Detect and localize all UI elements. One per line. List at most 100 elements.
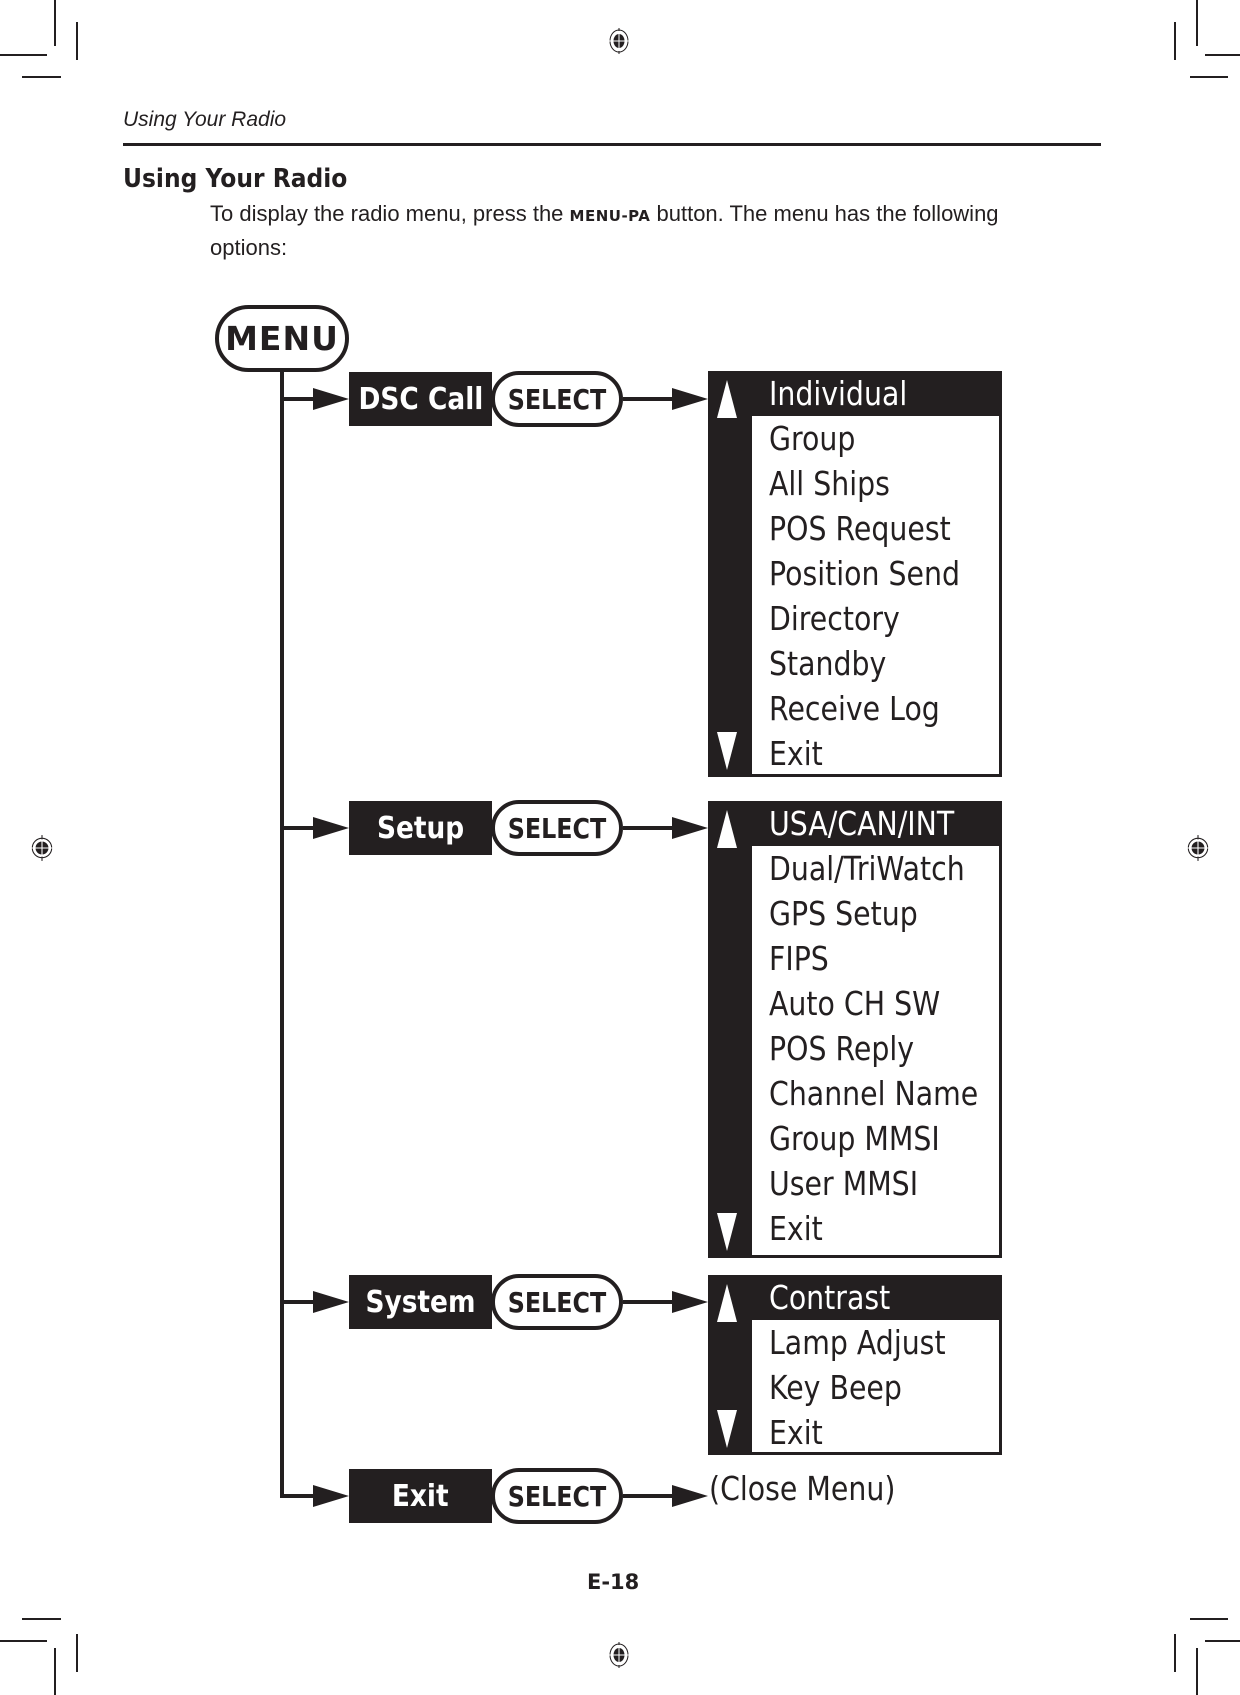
submenu-item[interactable]: GPS Setup <box>711 891 999 936</box>
menu-option-setup[interactable]: Setup <box>349 801 492 855</box>
submenu-item-label: User MMSI <box>769 1164 919 1203</box>
submenu-item[interactable]: Standby <box>711 641 999 686</box>
crop-mark <box>54 0 56 46</box>
menu-button-label: MENU <box>225 319 339 358</box>
menu-option-label: Exit <box>392 1478 449 1514</box>
select-button[interactable]: SELECT <box>491 800 623 856</box>
select-button-label: SELECT <box>507 1479 607 1513</box>
registration-mark-icon <box>1187 835 1209 861</box>
submenu-item[interactable]: USA/CAN/INT <box>711 801 1002 846</box>
submenu-items: Individual Group All Ships POS Request Posit… <box>711 371 1002 776</box>
menu-option-dsc-call[interactable]: DSC Call <box>349 372 492 426</box>
menu-option-label: Setup <box>376 810 465 846</box>
intro-paragraph: To display the radio menu, press the MEN… <box>210 198 1070 263</box>
crop-mark <box>1205 1640 1240 1642</box>
menu-option-label: DSC Call <box>358 381 483 417</box>
crop-mark <box>1174 1634 1176 1672</box>
submenu-items: USA/CAN/INT Dual/TriWatch GPS Setup FIPS Aut… <box>711 801 1002 1251</box>
crop-mark <box>1174 22 1176 60</box>
submenu-items: Contrast Lamp Adjust Key Beep Exit <box>711 1275 1002 1455</box>
submenu-item[interactable]: Group MMSI <box>711 1116 999 1161</box>
submenu-item[interactable]: POS Request <box>711 506 999 551</box>
submenu-item[interactable]: Exit <box>711 1206 999 1251</box>
arrow-right-icon <box>672 817 708 839</box>
submenu-item-label: Auto CH SW <box>769 984 941 1023</box>
submenu-item-label: POS Request <box>769 509 951 548</box>
registration-mark-icon <box>608 1642 630 1668</box>
submenu-dsc-call: Individual Group All Ships POS Request Posit… <box>708 371 1002 777</box>
submenu-item[interactable]: User MMSI <box>711 1161 999 1206</box>
scroll-down-icon[interactable] <box>717 1213 737 1251</box>
select-button[interactable]: SELECT <box>491 371 623 427</box>
crop-mark <box>1196 0 1198 46</box>
submenu-item[interactable]: Exit <box>711 1410 999 1455</box>
submenu-item-label: Group MMSI <box>769 1119 940 1158</box>
submenu-item-label: FIPS <box>769 939 829 978</box>
submenu-item[interactable]: Individual <box>711 371 1002 416</box>
menu-option-system[interactable]: System <box>349 1275 492 1329</box>
submenu-item[interactable]: Group <box>711 416 999 461</box>
select-button-label: SELECT <box>507 1285 607 1319</box>
submenu-item-label: Contrast <box>769 1278 891 1317</box>
submenu-item[interactable]: Lamp Adjust <box>711 1320 999 1365</box>
registration-mark-icon <box>608 28 630 54</box>
submenu-item-label: Exit <box>769 1413 823 1452</box>
submenu-item[interactable]: FIPS <box>711 936 999 981</box>
submenu-setup: USA/CAN/INT Dual/TriWatch GPS Setup FIPS Aut… <box>708 801 1002 1258</box>
submenu-item-label: Key Beep <box>769 1368 902 1407</box>
crop-mark <box>76 1634 78 1672</box>
submenu-item[interactable]: Directory <box>711 596 999 641</box>
submenu-item[interactable]: Exit <box>711 731 999 776</box>
crop-mark <box>22 76 61 78</box>
submenu-item-label: Directory <box>769 599 900 638</box>
submenu-item[interactable]: Receive Log <box>711 686 999 731</box>
submenu-item[interactable]: Position Send <box>711 551 999 596</box>
menu-button[interactable]: MENU <box>215 305 349 372</box>
section-heading: Using Your Radio <box>123 164 348 194</box>
select-button[interactable]: SELECT <box>491 1468 623 1524</box>
submenu-item[interactable]: Channel Name <box>711 1071 999 1116</box>
arrow-right-icon <box>313 1485 349 1507</box>
crop-mark <box>0 1640 47 1642</box>
submenu-item-label: Group <box>769 419 856 458</box>
tree-trunk-line <box>280 371 284 1495</box>
submenu-item[interactable]: Auto CH SW <box>711 981 999 1026</box>
crop-mark <box>0 54 47 56</box>
select-button-label: SELECT <box>507 382 607 416</box>
arrow-right-icon <box>313 388 349 410</box>
submenu-item[interactable]: POS Reply <box>711 1026 999 1071</box>
scroll-up-icon[interactable] <box>717 1284 737 1322</box>
menu-option-label: System <box>365 1284 476 1320</box>
select-button-label: SELECT <box>507 811 607 845</box>
crop-mark <box>1196 1648 1198 1695</box>
intro-text-before: To display the radio menu, press the <box>210 201 570 226</box>
submenu-item-label: Standby <box>769 644 887 683</box>
submenu-item[interactable]: Contrast <box>711 1275 1002 1320</box>
submenu-item[interactable]: Dual/TriWatch <box>711 846 999 891</box>
scroll-up-icon[interactable] <box>717 810 737 848</box>
menu-option-exit[interactable]: Exit <box>349 1469 492 1523</box>
arrow-right-icon <box>672 1291 708 1313</box>
select-button[interactable]: SELECT <box>491 1274 623 1330</box>
close-menu-result: (Close Menu) <box>709 1469 896 1508</box>
arrow-right-icon <box>672 1485 708 1507</box>
crop-mark <box>1205 54 1240 56</box>
submenu-item[interactable]: Key Beep <box>711 1365 999 1410</box>
submenu-item-label: All Ships <box>769 464 890 503</box>
scroll-down-icon[interactable] <box>717 1410 737 1448</box>
submenu-item-label: Dual/TriWatch <box>769 849 965 888</box>
running-head: Using Your Radio <box>123 108 287 131</box>
crop-mark <box>54 1648 56 1695</box>
submenu-item[interactable]: All Ships <box>711 461 999 506</box>
crop-mark <box>1190 76 1228 78</box>
submenu-system: Contrast Lamp Adjust Key Beep Exit <box>708 1275 1002 1455</box>
submenu-item-label: Channel Name <box>769 1074 979 1113</box>
scroll-up-icon[interactable] <box>717 380 737 418</box>
arrow-right-icon <box>672 388 708 410</box>
menu-pa-key: MENU-PA <box>569 207 651 225</box>
submenu-item-label: Exit <box>769 734 823 773</box>
registration-mark-icon <box>31 835 53 861</box>
scroll-down-icon[interactable] <box>717 732 737 770</box>
submenu-item-label: POS Reply <box>769 1029 915 1068</box>
crop-mark <box>22 1618 61 1620</box>
